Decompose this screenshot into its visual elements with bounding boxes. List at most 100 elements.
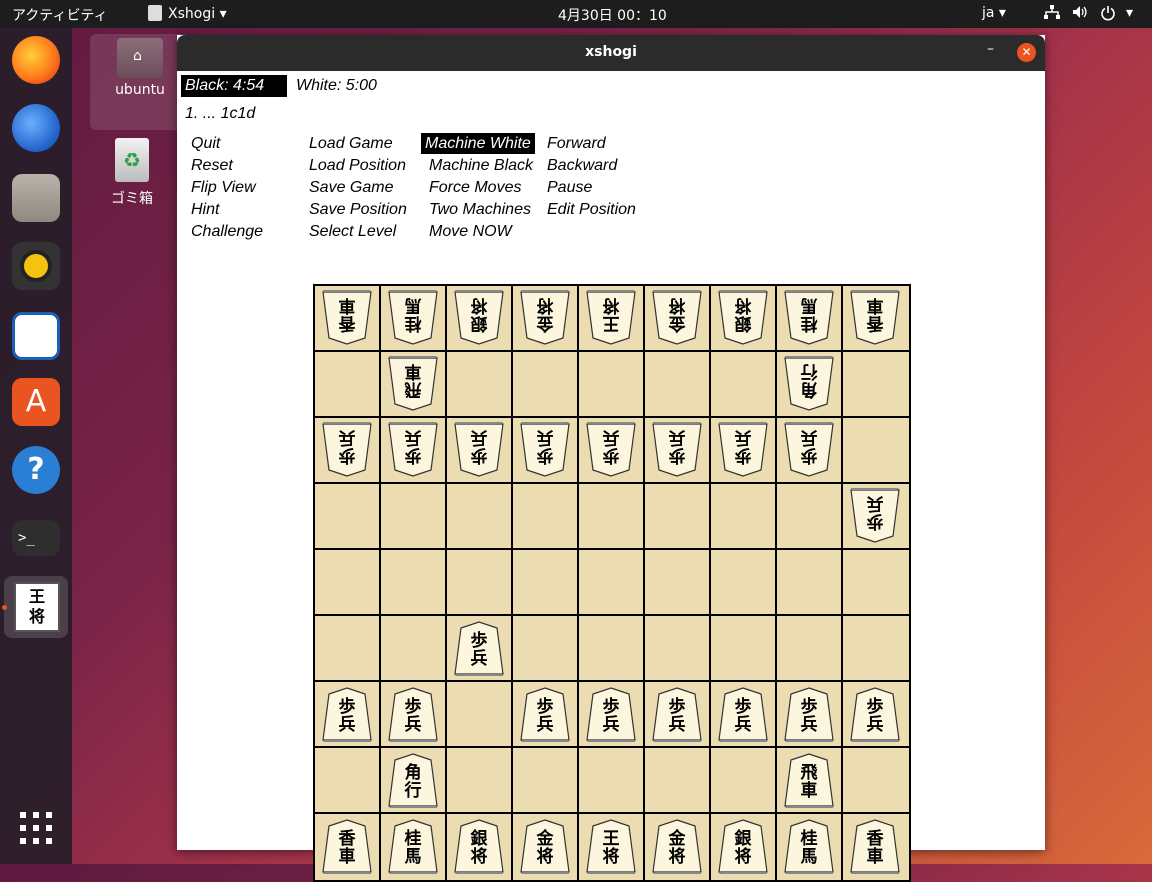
board-square[interactable]	[513, 352, 579, 418]
board-square[interactable]	[843, 748, 909, 814]
board-square[interactable]: 歩兵	[381, 682, 447, 748]
white-pawn-piece[interactable]: 歩兵	[717, 422, 769, 478]
board-square[interactable]	[843, 352, 909, 418]
board-square[interactable]	[315, 748, 381, 814]
board-square[interactable]: 角行	[777, 352, 843, 418]
board-square[interactable]	[645, 550, 711, 616]
board-square[interactable]	[645, 616, 711, 682]
board-square[interactable]: 銀将	[711, 814, 777, 880]
white-gold-piece[interactable]: 金将	[651, 290, 703, 346]
help-icon[interactable]: ?	[12, 446, 60, 494]
board-square[interactable]: 香車	[843, 814, 909, 880]
board-square[interactable]	[645, 484, 711, 550]
black-lance-piece[interactable]: 香車	[321, 818, 373, 874]
menu-item-select-level[interactable]: Select Level	[307, 221, 398, 242]
white-lance-piece[interactable]: 香車	[321, 290, 373, 346]
board-square[interactable]	[447, 484, 513, 550]
board-square[interactable]	[315, 616, 381, 682]
black-pawn-piece[interactable]: 歩兵	[387, 686, 439, 742]
board-square[interactable]: 歩兵	[381, 418, 447, 484]
menu-item-forward[interactable]: Forward	[545, 133, 608, 154]
board-square[interactable]: 角行	[381, 748, 447, 814]
menu-item-flip-view[interactable]: Flip View	[189, 177, 258, 198]
board-square[interactable]: 歩兵	[315, 682, 381, 748]
files-icon[interactable]	[12, 174, 60, 222]
menu-item-reset[interactable]: Reset	[189, 155, 235, 176]
black-pawn-piece[interactable]: 歩兵	[783, 686, 835, 742]
board-square[interactable]	[711, 550, 777, 616]
black-gold-piece[interactable]: 金将	[519, 818, 571, 874]
white-pawn-piece[interactable]: 歩兵	[453, 422, 505, 478]
black-pawn-piece[interactable]: 歩兵	[849, 686, 901, 742]
board-square[interactable]	[777, 550, 843, 616]
board-square[interactable]: 歩兵	[645, 682, 711, 748]
board-square[interactable]	[843, 418, 909, 484]
black-pawn-piece[interactable]: 歩兵	[519, 686, 571, 742]
menu-item-save-game[interactable]: Save Game	[307, 177, 395, 198]
board-square[interactable]: 銀将	[447, 286, 513, 352]
board-square[interactable]	[447, 352, 513, 418]
board-square[interactable]: 銀将	[711, 286, 777, 352]
board-square[interactable]	[381, 484, 447, 550]
board-square[interactable]	[579, 616, 645, 682]
board-square[interactable]: 歩兵	[711, 418, 777, 484]
clock[interactable]: 4月30日 00：10	[558, 5, 667, 25]
board-square[interactable]: 桂馬	[777, 286, 843, 352]
software-center-icon[interactable]: A	[12, 378, 60, 426]
white-pawn-piece[interactable]: 歩兵	[849, 488, 901, 544]
board-square[interactable]	[513, 616, 579, 682]
menu-item-backward[interactable]: Backward	[545, 155, 619, 176]
black-pawn-piece[interactable]: 歩兵	[651, 686, 703, 742]
menu-item-quit[interactable]: Quit	[189, 133, 222, 154]
board-square[interactable]	[843, 550, 909, 616]
board-square[interactable]	[315, 484, 381, 550]
desktop-home-folder[interactable]: ⌂ ubuntu	[90, 34, 190, 130]
menu-item-edit-position[interactable]: Edit Position	[545, 199, 638, 220]
writer-icon[interactable]	[12, 312, 60, 360]
board-square[interactable]: 香車	[315, 814, 381, 880]
board-square[interactable]: 歩兵	[579, 418, 645, 484]
board-square[interactable]: 歩兵	[513, 418, 579, 484]
board-square[interactable]: 飛車	[777, 748, 843, 814]
board-square[interactable]: 飛車	[381, 352, 447, 418]
menu-item-save-position[interactable]: Save Position	[307, 199, 409, 220]
board-square[interactable]: 桂馬	[381, 286, 447, 352]
activities-button[interactable]: アクティビティ	[12, 5, 108, 25]
board-square[interactable]: 金将	[513, 814, 579, 880]
board-square[interactable]: 王将	[579, 286, 645, 352]
menu-item-challenge[interactable]: Challenge	[189, 221, 265, 242]
board-square[interactable]	[579, 352, 645, 418]
menu-item-load-game[interactable]: Load Game	[307, 133, 395, 154]
menu-item-hint[interactable]: Hint	[189, 199, 221, 220]
board-square[interactable]: 歩兵	[711, 682, 777, 748]
menu-item-machine-white[interactable]: Machine White	[421, 133, 535, 154]
chevron-down-icon[interactable]: ▾	[1126, 5, 1133, 21]
board-square[interactable]	[315, 352, 381, 418]
board-square[interactable]	[777, 616, 843, 682]
black-silver-piece[interactable]: 銀将	[717, 818, 769, 874]
black-lance-piece[interactable]: 香車	[849, 818, 901, 874]
desktop-trash[interactable]: ♻ ゴミ箱	[90, 138, 174, 208]
rhythmbox-icon[interactable]	[12, 242, 60, 290]
network-icon[interactable]	[1044, 5, 1060, 23]
board-square[interactable]	[381, 616, 447, 682]
white-knight-piece[interactable]: 桂馬	[783, 290, 835, 346]
menu-item-pause[interactable]: Pause	[545, 177, 594, 198]
white-knight-piece[interactable]: 桂馬	[387, 290, 439, 346]
board-square[interactable]: 歩兵	[777, 418, 843, 484]
board-square[interactable]: 銀将	[447, 814, 513, 880]
app-grid-icon[interactable]	[20, 812, 52, 844]
black-pawn-piece[interactable]: 歩兵	[717, 686, 769, 742]
board-square[interactable]	[447, 550, 513, 616]
board-square[interactable]	[447, 748, 513, 814]
white-pawn-piece[interactable]: 歩兵	[585, 422, 637, 478]
black-knight-piece[interactable]: 桂馬	[387, 818, 439, 874]
board-square[interactable]: 金将	[645, 814, 711, 880]
white-pawn-piece[interactable]: 歩兵	[783, 422, 835, 478]
board-square[interactable]	[843, 616, 909, 682]
board-square[interactable]: 歩兵	[645, 418, 711, 484]
black-pawn-piece[interactable]: 歩兵	[321, 686, 373, 742]
board-square[interactable]	[711, 484, 777, 550]
white-bishop-piece[interactable]: 角行	[783, 356, 835, 412]
board-square[interactable]	[513, 484, 579, 550]
